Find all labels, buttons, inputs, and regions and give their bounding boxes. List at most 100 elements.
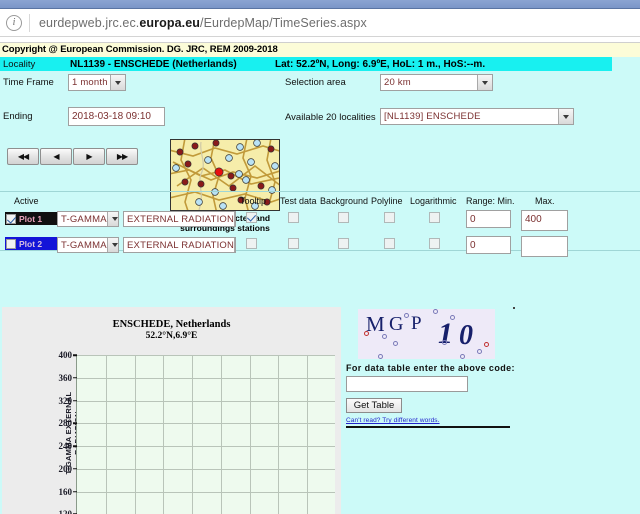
plot-2-label: Plot 2 [19,238,43,249]
stray-pixel [513,307,515,309]
browser-tab-strip-gradient [0,0,640,8]
plot-2-logarithmic-checkbox[interactable] [429,238,440,249]
captcha-char-2: G [389,313,404,335]
captcha-char-4: 1 [438,317,453,350]
plot-1-test-data-checkbox[interactable] [288,212,299,223]
chart-title: ENSCHEDE, Netherlands [112,319,231,330]
url-divider [29,13,30,32]
captcha-char-3: P [411,313,422,334]
captcha-noise-dot [442,340,447,345]
plot-2-measurement-select[interactable]: EXTERNAL RADIATION [123,237,236,253]
captcha-noise-dot [433,309,438,314]
captcha-noise-dot [477,349,482,354]
captcha-image: M G P 1 0 [358,309,495,359]
chart-y-tick-label: 320 [58,395,73,406]
time-frame-select[interactable]: 1 month [68,74,126,91]
plot-options-table: Active Tooltip Test data Background Poly… [0,191,640,257]
plot-2-measurement-value: EXTERNAL RADIATION [127,239,235,251]
selection-area-label: Selection area [285,77,346,88]
captcha-noise-dot [484,342,489,347]
plot-2-background-checkbox[interactable] [338,238,349,249]
captcha-prompt-label: For data table enter the above code: [346,363,515,373]
locality-row: Locality NL1139 - ENSCHEDE (Netherlands)… [0,57,612,71]
captcha-input[interactable] [346,376,468,392]
plot-2-active-checkbox[interactable] [6,238,16,249]
plot-1-measurement-select[interactable]: EXTERNAL RADIATION [123,211,236,227]
chart-y-tick-label: 200 [58,463,73,474]
col-head-background: Background [320,196,369,206]
plot-2-quantity-select[interactable]: T-GAMMA [57,237,119,253]
plot-1-label: Plot 1 [19,213,43,224]
captcha-noise-dot [393,341,398,346]
url-path: /EurdepMap/TimeSeries.aspx [200,15,367,30]
url-domain: europa.eu [139,15,201,30]
chart-plot-area[interactable]: 4003603202802402001601208040 [59,350,336,514]
plot-1-quantity-value: T-GAMMA [61,213,107,225]
col-head-test-data: Test data [280,196,317,206]
plot-2-tooltip-checkbox[interactable] [246,238,257,249]
plot-1-tooltip-checkbox[interactable] [246,212,257,223]
plot-1-measurement-value: EXTERNAL RADIATION [127,213,235,225]
plot-2-test-data-checkbox[interactable] [288,238,299,249]
col-head-range-min: Range: Min. [466,196,515,206]
time-series-chart: ENSCHEDE, Netherlands 52.2°N,6.9°E T-GAM… [2,307,341,514]
chevron-down-icon[interactable] [477,75,492,90]
plot-row-1-active-toggle[interactable]: Plot 1 [5,212,57,225]
chart-series [77,355,336,514]
page-content: Copyright @ European Commission. DG. JRC… [0,43,640,514]
chevron-down-icon[interactable] [106,212,118,226]
ending-input[interactable]: 2018-03-18 09:10 [68,107,165,126]
url-prefix: eurdepweb.jrc.ec. [39,15,140,30]
horizontal-rule [346,426,510,428]
chart-y-tick-label: 160 [58,486,73,497]
time-frame-label: Time Frame [3,77,54,88]
chart-y-tick-label: 240 [58,441,73,452]
plot-1-active-checkbox[interactable] [6,213,16,224]
nav-prev-button[interactable]: ◀ [40,148,72,165]
locality-name: NL1139 - ENSCHEDE (Netherlands) [70,58,237,70]
localities-label: Available 20 localities [285,112,376,123]
plot-1-background-checkbox[interactable] [338,212,349,223]
plot-row-2-active-toggle[interactable]: Plot 2 [5,237,57,250]
plot-1-polyline-checkbox[interactable] [384,212,395,223]
ending-label: Ending [3,111,33,122]
selection-area-value: 20 km [384,77,411,88]
col-head-active: Active [14,196,39,206]
chart-subtitle: 52.2°N,6.9°E [145,331,198,341]
plot-2-polyline-checkbox[interactable] [384,238,395,249]
nav-last-button[interactable]: ▶▶ [106,148,138,165]
chevron-down-icon[interactable] [110,75,125,90]
chart-y-tick-label: 120 [59,509,73,514]
info-circle-icon[interactable]: i [6,14,22,31]
captcha-noise-dot [378,354,383,359]
captcha-noise-dot [382,334,387,339]
chevron-down-icon[interactable] [234,238,235,252]
col-head-tooltip: Tooltip [240,196,267,206]
localities-select[interactable]: [NL1139] ENSCHEDE [380,108,574,125]
col-head-range-max: Max. [535,196,555,206]
plot-1-range-min-input[interactable]: 0 [466,210,511,228]
localities-value: [NL1139] ENSCHEDE [384,111,481,122]
nav-next-button[interactable]: ▶ [73,148,105,165]
plot-1-range-max-input[interactable]: 400 [521,210,568,231]
captcha-noise-dot [460,354,465,359]
browser-url-bar[interactable]: i eurdepweb.jrc.ec.europa.eu/EurdepMap/T… [0,9,640,37]
plot-1-logarithmic-checkbox[interactable] [429,212,440,223]
captcha-refresh-link[interactable]: Can't read? Try different words. [346,417,440,424]
chart-y-tick-label: 400 [58,350,73,360]
col-head-polyline: Polyline [371,196,403,206]
chevron-down-icon[interactable] [234,212,235,226]
nav-first-button[interactable]: ◀◀ [7,148,39,165]
plot-1-quantity-select[interactable]: T-GAMMA [57,211,119,227]
plot-2-quantity-value: T-GAMMA [61,239,107,251]
chevron-down-icon[interactable] [106,238,118,252]
controls-region: Time Frame 1 month Ending 2018-03-18 09:… [0,71,640,233]
time-frame-value: 1 month [72,77,108,88]
plot-2-range-max-input[interactable] [521,236,568,257]
url-text: eurdepweb.jrc.ec.europa.eu/EurdepMap/Tim… [39,16,367,30]
selection-area-select[interactable]: 20 km [380,74,493,91]
get-table-button[interactable]: Get Table [346,398,402,413]
chevron-down-icon[interactable] [558,109,573,124]
copyright-bar: Copyright @ European Commission. DG. JRC… [0,43,640,57]
plot-2-range-min-input[interactable]: 0 [466,236,511,254]
